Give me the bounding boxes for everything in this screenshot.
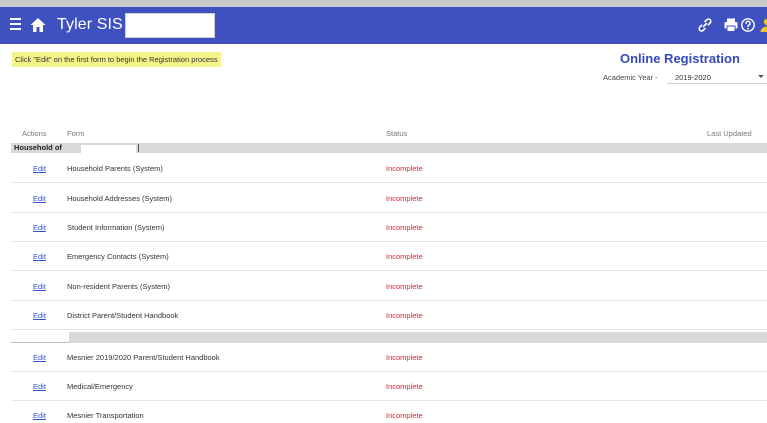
table-row: Edit Mesnier Transportation Incomplete	[11, 401, 767, 423]
page-title: Online Registration	[620, 51, 740, 66]
edit-link[interactable]: Edit	[33, 164, 46, 173]
redacted-name	[11, 332, 69, 343]
group-header-household: Household of	[11, 143, 767, 153]
column-header-last-updated: Last Updated	[707, 129, 752, 138]
form-name: Medical/Emergency	[67, 382, 133, 391]
form-name: Household Addresses (System)	[67, 194, 173, 203]
form-name: Non-resident Parents (System)	[67, 282, 170, 291]
column-header-status: Status	[386, 129, 408, 138]
table-row: Edit Household Addresses (System) Incomp…	[11, 184, 767, 213]
table-row: Edit Mesnier 2019/2020 Parent/Student Ha…	[11, 343, 767, 372]
print-icon[interactable]	[723, 17, 739, 33]
status-text: Incomplete	[386, 353, 423, 362]
header-search-box[interactable]	[125, 13, 215, 38]
help-icon[interactable]	[740, 17, 756, 33]
status-text: Incomplete	[386, 282, 423, 291]
table-row: Edit Household Parents (System) Incomple…	[11, 154, 767, 183]
status-text: Incomplete	[386, 411, 423, 420]
form-name: Emergency Contacts (System)	[67, 252, 169, 261]
link-icon[interactable]	[697, 17, 713, 33]
table-row: Edit Non-resident Parents (System) Incom…	[11, 272, 767, 301]
status-text: Incomplete	[386, 311, 423, 320]
redacted-name-edge	[138, 144, 139, 152]
form-name: District Parent/Student Handbook	[67, 311, 179, 320]
form-name: Household Parents (System)	[67, 164, 163, 173]
column-header-actions: Actions	[22, 129, 47, 138]
home-icon[interactable]	[29, 16, 47, 34]
instruction-banner: Click "Edit" on the first form to begin …	[12, 52, 221, 67]
chevron-down-icon	[758, 75, 764, 78]
table-row: Edit District Parent/Student Handbook In…	[11, 301, 767, 330]
form-name: Mesnier Transportation	[67, 411, 144, 420]
app-header: Tyler SIS	[0, 7, 767, 44]
form-name: Student Information (System)	[67, 223, 165, 232]
edit-link[interactable]: Edit	[33, 194, 46, 203]
status-text: Incomplete	[386, 194, 423, 203]
table-row: Edit Emergency Contacts (System) Incompl…	[11, 242, 767, 271]
table-row: Edit Student Information (System) Incomp…	[11, 213, 767, 242]
status-text: Incomplete	[386, 223, 423, 232]
edit-link[interactable]: Edit	[33, 223, 46, 232]
status-text: Incomplete	[386, 164, 423, 173]
group-header-student	[11, 332, 767, 343]
form-name: Mesnier 2019/2020 Parent/Student Handboo…	[67, 353, 220, 362]
table-row: Edit Medical/Emergency Incomplete	[11, 372, 767, 401]
app-title: Tyler SIS	[57, 16, 123, 33]
column-header-form: Form	[67, 129, 85, 138]
edit-link[interactable]: Edit	[33, 311, 46, 320]
top-strip	[0, 0, 767, 7]
status-text: Incomplete	[386, 382, 423, 391]
academic-year-select[interactable]: 2019-2020	[667, 69, 767, 84]
academic-year-label: Academic Year -	[603, 73, 658, 82]
edit-link[interactable]: Edit	[33, 353, 46, 362]
edit-link[interactable]: Edit	[33, 411, 46, 420]
edit-link[interactable]: Edit	[33, 382, 46, 391]
user-icon[interactable]	[757, 17, 767, 33]
status-text: Incomplete	[386, 252, 423, 261]
academic-year-value: 2019-2020	[675, 73, 711, 82]
group-label: Household of	[14, 143, 62, 152]
edit-link[interactable]: Edit	[33, 252, 46, 261]
redacted-name	[81, 145, 136, 153]
menu-icon[interactable]	[10, 18, 21, 30]
edit-link[interactable]: Edit	[33, 282, 46, 291]
